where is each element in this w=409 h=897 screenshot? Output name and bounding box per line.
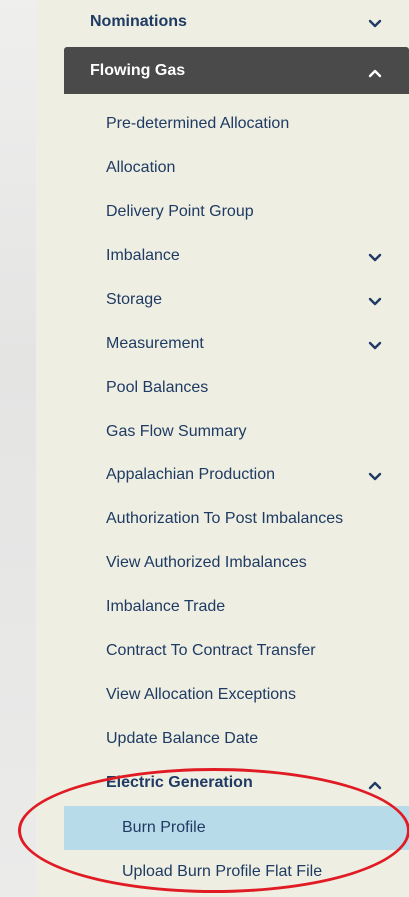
menu-item-label: Update Balance Date [106, 730, 259, 747]
menu-item-label: Measurement [106, 335, 204, 352]
menu-item[interactable]: Gas Flow Summary [36, 410, 409, 454]
menu-item-label: View Allocation Exceptions [106, 686, 297, 703]
menu-nominations[interactable]: Nominations [36, 0, 409, 44]
menu-item-label: Imbalance [106, 247, 180, 264]
chevron-down-icon [365, 467, 385, 487]
chevron-up-icon [365, 775, 385, 795]
menu-electric-generation[interactable]: Electric Generation [36, 761, 409, 805]
menu-item[interactable]: Storage [36, 278, 409, 322]
menu-item[interactable]: Pre-determined Allocation [36, 102, 409, 146]
menu-item-label: Gas Flow Summary [106, 423, 247, 440]
menu-item[interactable]: Authorization To Post Imbalances [36, 497, 409, 541]
menu-item[interactable]: View Allocation Exceptions [36, 673, 409, 717]
menu-item-label: View Authorized Imbalances [106, 554, 307, 571]
chevron-down-icon [365, 336, 385, 356]
menu-electric-generation-label: Electric Generation [106, 774, 253, 791]
menu-item[interactable]: Contract To Contract Transfer [36, 629, 409, 673]
menu-item[interactable]: View Authorized Imbalances [36, 541, 409, 585]
side-menu: Nominations Flowing Gas Pre-determined A… [36, 0, 409, 897]
menu-nominations-label: Nominations [90, 13, 187, 30]
menu-item-label: Upload Burn Profile Flat File [122, 863, 323, 880]
menu-item[interactable]: Measurement [36, 322, 409, 366]
menu-item[interactable]: Update Balance Date [36, 717, 409, 761]
menu-item[interactable]: Imbalance [36, 234, 409, 278]
menu-item-label: Appalachian Production [106, 466, 276, 483]
menu-item-upload-burn-profile[interactable]: Upload Burn Profile Flat File [36, 850, 409, 894]
menu-item-burn-profile[interactable]: Burn Profile [64, 806, 409, 850]
menu-item[interactable]: Appalachian Production [36, 453, 409, 497]
menu-item[interactable]: Imbalance Trade [36, 585, 409, 629]
menu-flowing-gas[interactable]: Flowing Gas [64, 47, 409, 94]
menu-item-label: Burn Profile [122, 819, 206, 836]
menu-item-label: Pool Balances [106, 379, 209, 396]
menu-flowing-gas-label: Flowing Gas [90, 61, 186, 79]
chevron-down-icon [365, 292, 385, 312]
page-background [0, 0, 36, 897]
menu-item-label: Storage [106, 291, 163, 308]
menu-item-label: Contract To Contract Transfer [106, 642, 316, 659]
menu-item[interactable]: Allocation [36, 146, 409, 190]
menu-item[interactable]: Delivery Point Group [36, 190, 409, 234]
menu-item-label: Allocation [106, 159, 176, 176]
menu-item-label: Authorization To Post Imbalances [106, 510, 344, 527]
chevron-down-icon [365, 14, 385, 34]
menu-item-label: Delivery Point Group [106, 203, 254, 220]
menu-item-label: Pre-determined Allocation [106, 115, 290, 132]
menu-item[interactable]: Pool Balances [36, 366, 409, 410]
chevron-down-icon [365, 248, 385, 268]
menu-item-label: Imbalance Trade [106, 598, 226, 615]
chevron-up-icon [365, 63, 385, 83]
